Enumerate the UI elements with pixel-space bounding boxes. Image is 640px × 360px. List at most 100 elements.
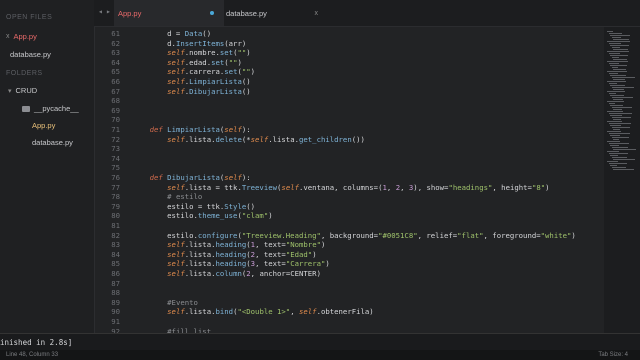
modified-dot-icon[interactable] xyxy=(210,11,214,15)
minimap-line xyxy=(610,85,625,86)
minimap-line xyxy=(607,151,619,152)
minimap-line xyxy=(607,111,623,112)
minimap-line xyxy=(608,73,618,74)
minimap-line xyxy=(613,49,628,50)
open-file-label: App.py xyxy=(13,32,37,41)
minimap-line xyxy=(613,129,620,130)
minimap-line xyxy=(607,91,625,92)
minimap-line xyxy=(608,53,620,54)
minimap-line xyxy=(610,55,628,56)
minimap-line xyxy=(611,147,628,148)
minimap-line xyxy=(607,41,630,42)
folder-icon xyxy=(22,105,30,112)
minimap-line xyxy=(610,125,621,126)
sidebar: OPEN FILES x App.py database.py FOLDERS … xyxy=(0,0,95,333)
minimap-line xyxy=(611,107,632,108)
cursor-position: Line 48, Column 33 xyxy=(6,352,59,358)
folder-pycache[interactable]: __pycache__ xyxy=(22,104,79,113)
open-file-database[interactable]: database.py xyxy=(10,50,51,59)
nav-back-icon[interactable]: ◂ xyxy=(98,7,103,16)
minimap[interactable] xyxy=(604,27,640,333)
tab-bar: ◂ ▸ App.py database.py x xyxy=(94,0,640,27)
minimap-line xyxy=(611,167,626,168)
minimap-line xyxy=(608,133,630,134)
minimap-line xyxy=(608,83,617,84)
minimap-line xyxy=(608,153,628,154)
minimap-line xyxy=(611,97,633,98)
code-text: self.lista.column(2, anchor=CENTER) xyxy=(167,269,321,278)
code-text: self.lista.bind("<Double 1>", self.obten… xyxy=(167,307,374,317)
minimap-line xyxy=(608,113,632,114)
minimap-line xyxy=(611,157,627,158)
minimap-line xyxy=(608,63,619,64)
minimap-line xyxy=(613,149,636,150)
open-files-header: OPEN FILES xyxy=(6,14,53,21)
minimap-line xyxy=(613,39,629,40)
folder-label: __pycache__ xyxy=(34,104,79,113)
minimap-line xyxy=(608,43,621,44)
open-file-app[interactable]: x App.py xyxy=(6,32,37,41)
minimap-line xyxy=(613,69,626,70)
minimap-line xyxy=(607,121,622,122)
close-icon[interactable]: x xyxy=(6,33,10,40)
minimap-line xyxy=(607,81,626,82)
build-output-text: inished in 2.8s] xyxy=(0,338,73,347)
minimap-line xyxy=(610,95,624,96)
minimap-line xyxy=(611,77,635,78)
file-database[interactable]: database.py xyxy=(32,138,73,147)
code-text: estilo.theme_use("clam") xyxy=(132,211,273,221)
tab-size[interactable]: Tab Size: 4 xyxy=(598,350,628,360)
minimap-line xyxy=(610,65,627,66)
minimap-line xyxy=(610,75,626,76)
minimap-line xyxy=(607,71,627,72)
code-text: self.lista.delete(*self.lista.get_childr… xyxy=(167,134,365,144)
minimap-line xyxy=(608,33,622,34)
minimap-line xyxy=(608,143,629,144)
file-app[interactable]: App.py xyxy=(32,121,55,130)
minimap-line xyxy=(607,131,621,132)
minimap-line xyxy=(613,79,625,80)
file-label: database.py xyxy=(32,138,73,147)
minimap-line xyxy=(611,67,618,68)
minimap-line xyxy=(608,103,615,104)
chevron-down-icon: ▾ xyxy=(8,87,12,95)
minimap-line xyxy=(613,89,624,90)
open-file-label: database.py xyxy=(10,50,51,59)
folders-header: FOLDERS xyxy=(6,70,43,77)
minimap-line xyxy=(613,99,623,100)
tab-database-py[interactable]: database.py x xyxy=(224,0,324,26)
minimap-line xyxy=(608,123,631,124)
build-output-panel: inished in 2.8s] xyxy=(0,333,640,351)
minimap-line xyxy=(613,59,627,60)
folder-crud[interactable]: ▾ CRUD xyxy=(8,86,37,95)
minimap-line xyxy=(613,139,619,140)
minimap-line xyxy=(610,145,619,146)
minimap-line xyxy=(611,117,631,118)
tab-app-py[interactable]: App.py xyxy=(114,0,224,26)
code-editor[interactable]: 61 d = Data() 62 d.InsertItems(arr) 63 sel… xyxy=(94,27,604,333)
minimap-line xyxy=(610,115,622,116)
minimap-line xyxy=(611,87,634,88)
minimap-line xyxy=(607,101,624,102)
file-label: App.py xyxy=(32,121,56,130)
minimap-line xyxy=(610,35,630,36)
minimap-line xyxy=(613,119,621,120)
nav-forward-icon[interactable]: ▸ xyxy=(106,7,111,16)
minimap-line xyxy=(607,61,628,62)
minimap-line xyxy=(613,169,634,170)
tab-label: App.py xyxy=(118,8,142,18)
minimap-line xyxy=(611,127,630,128)
minimap-line xyxy=(610,165,617,166)
minimap-line xyxy=(607,141,620,142)
folder-label: CRUD xyxy=(15,86,38,95)
tab-label: database.py xyxy=(226,8,267,18)
minimap-line xyxy=(613,159,635,160)
minimap-line xyxy=(611,47,620,48)
minimap-line xyxy=(610,45,629,46)
status-bar: Line 48, Column 33 Tab Size: 4 xyxy=(0,350,640,360)
minimap-line xyxy=(611,137,629,138)
minimap-line xyxy=(607,161,618,162)
minimap-line xyxy=(607,51,629,52)
minimap-line xyxy=(610,155,618,156)
close-icon[interactable]: x xyxy=(315,10,319,17)
